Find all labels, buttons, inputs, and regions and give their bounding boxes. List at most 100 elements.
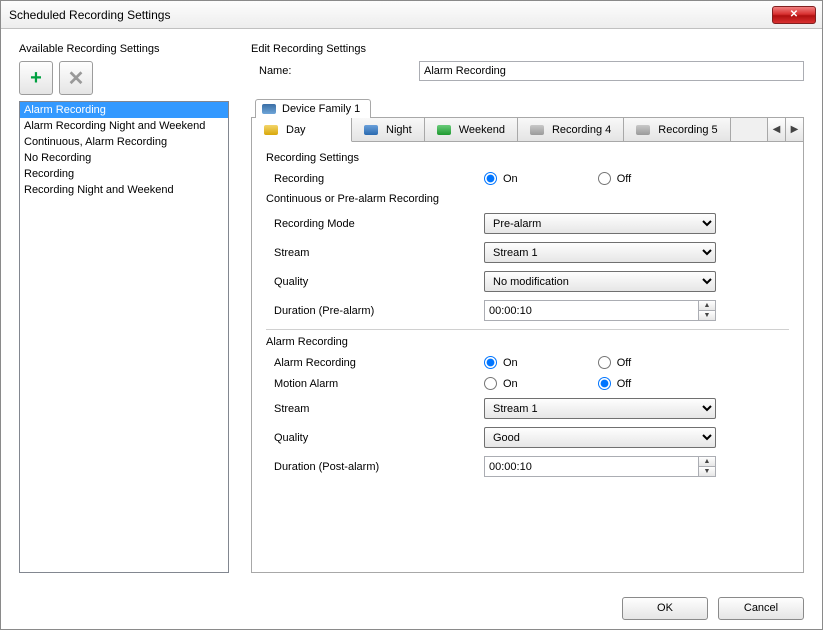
alarm-rec-row: Alarm Recording On Off [266, 356, 789, 369]
settings-listbox[interactable]: Alarm RecordingAlarm Recording Night and… [19, 101, 229, 573]
on-label: On [503, 378, 518, 390]
delete-button[interactable]: ✕ [59, 61, 93, 95]
list-item[interactable]: Recording Night and Weekend [20, 182, 228, 198]
name-input[interactable] [419, 61, 804, 81]
list-item[interactable]: No Recording [20, 150, 228, 166]
duration-pre-label: Duration (Pre-alarm) [274, 305, 484, 317]
stream-select[interactable]: Stream 1 [484, 242, 716, 263]
close-button[interactable]: ✕ [772, 6, 816, 24]
available-settings-legend: Available Recording Settings [19, 43, 229, 55]
name-row: Name: [251, 61, 804, 81]
add-button[interactable]: + [19, 61, 53, 95]
quality-select[interactable]: No modification [484, 271, 716, 292]
recording-icon [636, 125, 650, 135]
recording-tab[interactable]: Recording 5 [624, 118, 730, 141]
recording-tab[interactable]: Day [252, 118, 352, 142]
recording-tab-label: Night [386, 124, 412, 136]
recording-tab[interactable]: Weekend [425, 118, 518, 141]
dialog-footer: OK Cancel [1, 587, 822, 629]
on-label: On [503, 357, 518, 369]
alarm-quality-select[interactable]: Good [484, 427, 716, 448]
alarm-off-option[interactable]: Off [598, 356, 631, 369]
off-label: Off [617, 378, 631, 390]
tab-scroll-left[interactable]: ◀ [767, 118, 785, 141]
spin-up[interactable]: ▲ [699, 301, 715, 311]
motion-on-option[interactable]: On [484, 377, 518, 390]
stream-row: Stream Stream 1 [266, 242, 789, 263]
motion-label: Motion Alarm [274, 378, 484, 390]
motion-off-radio[interactable] [598, 377, 611, 390]
recording-tab-label: Weekend [459, 124, 505, 136]
duration-pre-input[interactable] [484, 300, 698, 321]
window-title: Scheduled Recording Settings [9, 8, 772, 22]
alarm-on-radio[interactable] [484, 356, 497, 369]
recording-on-option[interactable]: On [484, 172, 518, 185]
recording-tab-label: Day [286, 124, 306, 136]
alarm-off-radio[interactable] [598, 356, 611, 369]
alarm-rec-label: Alarm Recording [274, 357, 484, 369]
device-tab-label: Device Family 1 [282, 103, 360, 115]
alarm-stream-row: Stream Stream 1 [266, 398, 789, 419]
recording-tab-label: Recording 5 [658, 124, 717, 136]
alarm-stream-label: Stream [274, 403, 484, 415]
motion-row: Motion Alarm On Off [266, 377, 789, 390]
available-settings-panel: Available Recording Settings + ✕ Alarm R… [19, 43, 229, 573]
stream-label: Stream [274, 247, 484, 259]
recording-tab-label: Recording 4 [552, 124, 611, 136]
spin-down[interactable]: ▼ [699, 311, 715, 320]
off-label: Off [617, 173, 631, 185]
mode-row: Recording Mode Pre-alarm [266, 213, 789, 234]
separator [266, 329, 789, 330]
recording-tab-content: Recording Settings Recording On Off [252, 142, 803, 572]
duration-post-row: Duration (Post-alarm) ▲ ▼ [266, 456, 789, 477]
duration-post-label: Duration (Post-alarm) [274, 461, 484, 473]
list-item[interactable]: Alarm Recording [20, 102, 228, 118]
recording-off-option[interactable]: Off [598, 172, 631, 185]
alarm-legend: Alarm Recording [266, 336, 789, 348]
list-item[interactable]: Recording [20, 166, 228, 182]
chevron-left-icon: ◀ [773, 124, 781, 135]
device-tabstrip: Device Family 1 [251, 99, 804, 117]
on-label: On [503, 173, 518, 185]
ok-button[interactable]: OK [622, 597, 708, 620]
alarm-quality-label: Quality [274, 432, 484, 444]
motion-on-radio[interactable] [484, 377, 497, 390]
recording-tab[interactable]: Recording 4 [518, 118, 624, 141]
list-item[interactable]: Alarm Recording Night and Weekend [20, 118, 228, 134]
recording-tab[interactable]: Night [352, 118, 425, 141]
recording-tabstrip: Day Night Weekend Recording 4 Recording 5 ◀ … [252, 118, 803, 142]
cancel-button[interactable]: Cancel [718, 597, 804, 620]
recording-icon [264, 125, 278, 135]
alarm-on-option[interactable]: On [484, 356, 518, 369]
edit-settings-panel: Edit Recording Settings Name: Device Fam… [251, 43, 804, 573]
spin-down[interactable]: ▼ [699, 467, 715, 476]
list-toolbar: + ✕ [19, 61, 229, 95]
tab-scroll: ◀ ▶ [767, 118, 803, 141]
duration-post-input[interactable] [484, 456, 698, 477]
x-icon: ✕ [68, 66, 85, 91]
device-panel: Day Night Weekend Recording 4 Recording 5 ◀ … [251, 117, 804, 573]
recording-icon [530, 125, 544, 135]
titlebar: Scheduled Recording Settings ✕ [1, 1, 822, 29]
continuous-legend: Continuous or Pre-alarm Recording [266, 193, 789, 205]
name-label: Name: [259, 65, 419, 77]
quality-label: Quality [274, 276, 484, 288]
spin-up[interactable]: ▲ [699, 457, 715, 467]
mode-select[interactable]: Pre-alarm [484, 213, 716, 234]
motion-off-option[interactable]: Off [598, 377, 631, 390]
recording-icon [437, 125, 451, 135]
close-icon: ✕ [790, 10, 798, 20]
chevron-right-icon: ▶ [791, 124, 799, 135]
recording-off-radio[interactable] [598, 172, 611, 185]
device-icon [262, 104, 276, 114]
recording-on-radio[interactable] [484, 172, 497, 185]
recording-label: Recording [274, 173, 484, 185]
dialog-window: Scheduled Recording Settings ✕ Available… [0, 0, 823, 630]
list-item[interactable]: Continuous, Alarm Recording [20, 134, 228, 150]
tab-scroll-right[interactable]: ▶ [785, 118, 803, 141]
alarm-stream-select[interactable]: Stream 1 [484, 398, 716, 419]
duration-pre-row: Duration (Pre-alarm) ▲ ▼ [266, 300, 789, 321]
device-tab[interactable]: Device Family 1 [255, 99, 371, 118]
recording-row: Recording On Off [266, 172, 789, 185]
recording-icon [364, 125, 378, 135]
